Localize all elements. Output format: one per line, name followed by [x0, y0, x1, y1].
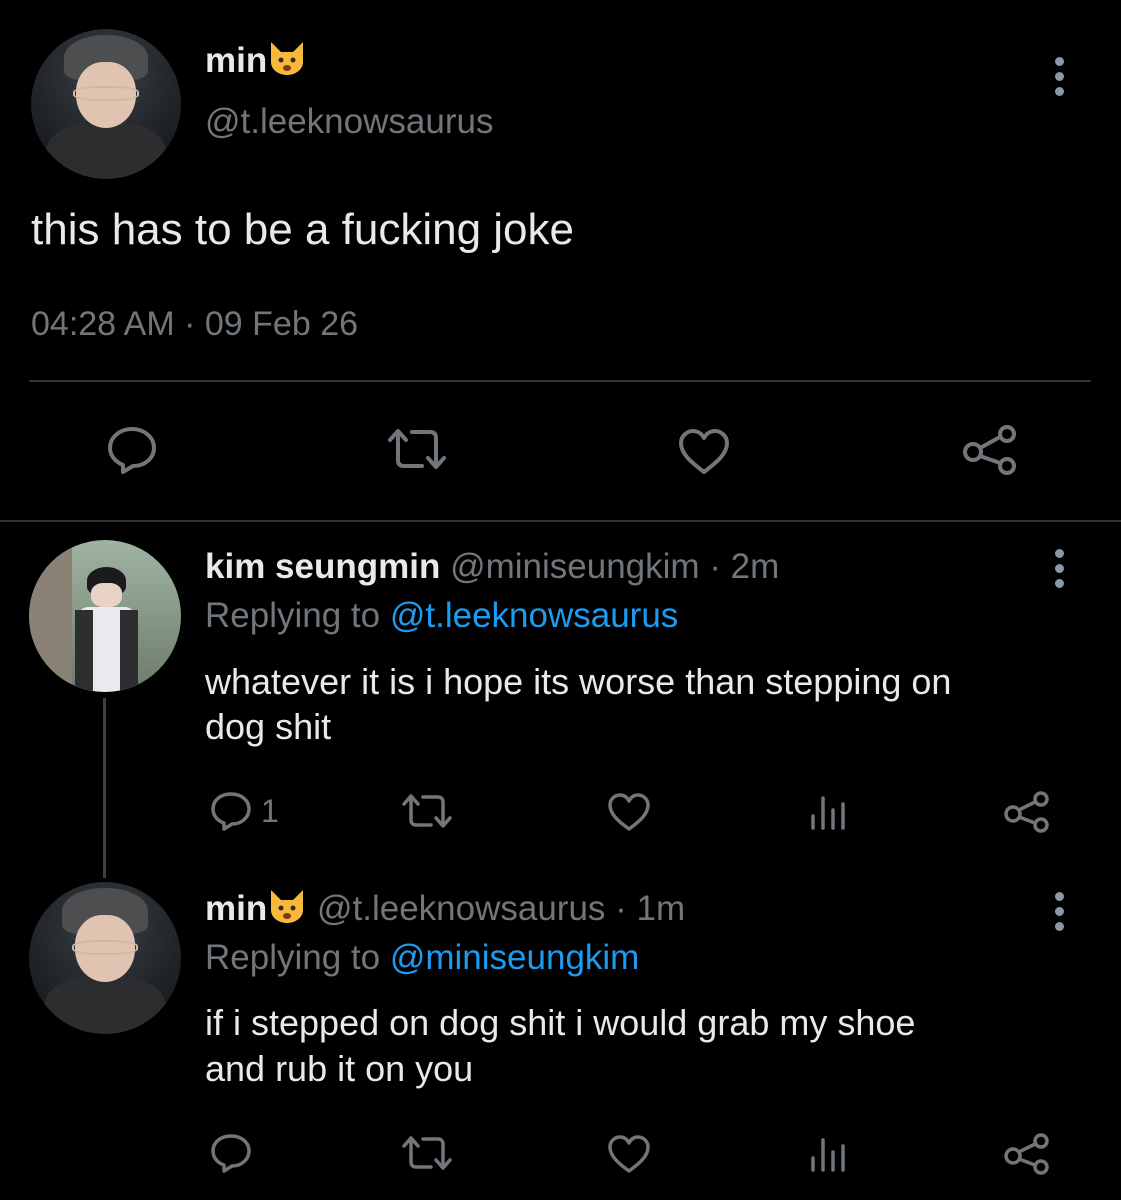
- reply-text-line: whatever it is i hope its worse than ste…: [205, 661, 952, 702]
- reply-count: 1: [261, 792, 279, 829]
- post-age: · 1m: [615, 889, 686, 928]
- handle[interactable]: @miniseungkim: [450, 547, 700, 586]
- more-options-icon[interactable]: [1054, 57, 1066, 102]
- more-options-icon[interactable]: [1054, 549, 1066, 594]
- replying-to-link[interactable]: @miniseungkim: [390, 938, 640, 977]
- reply-icon[interactable]: [106, 425, 158, 475]
- analytics-icon[interactable]: [808, 794, 848, 830]
- author-name-row[interactable]: min: [205, 40, 307, 85]
- weary-cat-emoji: [267, 40, 307, 85]
- replying-to-row: Replying to @t.leeknowsaurus: [205, 596, 678, 636]
- section-divider: [0, 520, 1121, 522]
- replying-to-link[interactable]: @t.leeknowsaurus: [390, 596, 678, 635]
- timestamp-time: 04:28 AM: [31, 305, 175, 343]
- share-icon[interactable]: [1003, 790, 1051, 834]
- replying-label: Replying to: [205, 596, 381, 635]
- timestamp-separator: ·: [184, 305, 196, 343]
- retweet-icon[interactable]: [399, 1134, 455, 1172]
- tweet-text: this has to be a fucking joke: [31, 205, 574, 254]
- author-row: kim seungmin @miniseungkim · 2m: [205, 547, 779, 587]
- analytics-icon[interactable]: [808, 1136, 848, 1172]
- weary-cat-emoji: [267, 888, 307, 933]
- heart-icon[interactable]: [606, 792, 652, 832]
- timestamp-row: 04:28 AM · 09 Feb 26: [31, 305, 358, 344]
- display-name: min: [205, 41, 268, 80]
- reply-icon[interactable]: [209, 1132, 253, 1174]
- retweet-icon[interactable]: [384, 426, 450, 472]
- avatar[interactable]: [31, 29, 181, 179]
- share-icon[interactable]: [961, 424, 1019, 476]
- reply-button[interactable]: 1: [209, 790, 279, 832]
- share-icon[interactable]: [1003, 1132, 1051, 1176]
- reply-text-line: and rub it on you: [205, 1048, 474, 1089]
- reply-text-line: dog shit: [205, 706, 332, 747]
- reply-text-line: if i stepped on dog shit i would grab my…: [205, 1002, 916, 1043]
- handle[interactable]: @t.leeknowsaurus: [317, 889, 605, 928]
- avatar[interactable]: [29, 540, 181, 692]
- thread-line: [103, 698, 106, 878]
- display-name[interactable]: kim seungmin: [205, 547, 440, 586]
- replying-label: Replying to: [205, 938, 381, 977]
- retweet-icon[interactable]: [399, 792, 455, 830]
- divider: [29, 380, 1091, 382]
- display-name[interactable]: min: [205, 889, 267, 928]
- timestamp-date: 09 Feb 26: [204, 305, 359, 343]
- reply-icon: [209, 790, 253, 832]
- heart-icon[interactable]: [677, 428, 731, 476]
- avatar[interactable]: [29, 882, 181, 1034]
- replying-to-row: Replying to @miniseungkim: [205, 938, 639, 978]
- author-row: min @t.leeknowsaurus · 1m: [205, 888, 685, 933]
- handle[interactable]: @t.leeknowsaurus: [205, 102, 493, 142]
- more-options-icon[interactable]: [1054, 892, 1066, 937]
- heart-icon[interactable]: [606, 1134, 652, 1174]
- post-age: · 2m: [709, 547, 780, 586]
